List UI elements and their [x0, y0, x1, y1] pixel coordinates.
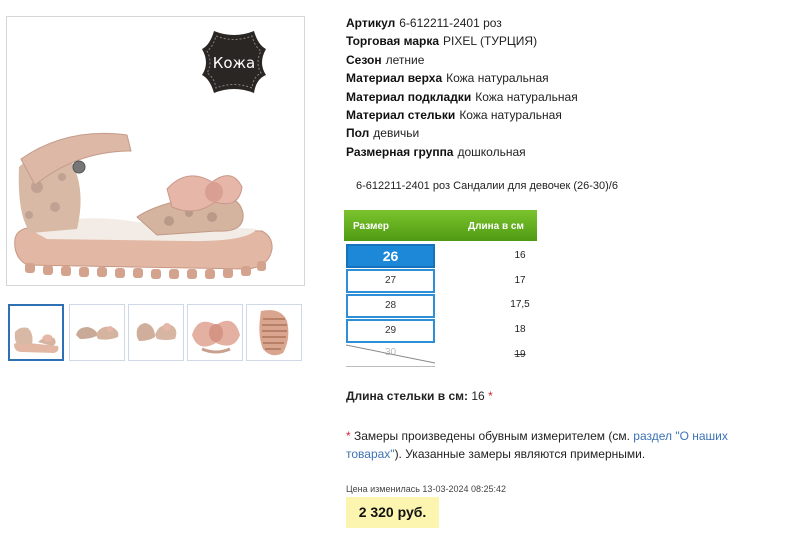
spec-key: Торговая марка — [346, 34, 440, 49]
footnote-star: * — [488, 389, 493, 403]
spec-value: девичьи — [373, 126, 420, 141]
length-value: 18 — [514, 324, 526, 335]
thumbnail-4[interactable] — [187, 304, 243, 361]
spec-key: Материал подкладки — [346, 89, 472, 104]
insole-length: Длина стельки в см: 16 * — [346, 389, 493, 403]
spec-value: дошкольная — [457, 144, 526, 159]
spec-key: Пол — [346, 126, 370, 141]
size-column-header: Размер — [353, 221, 390, 232]
spec-season: Сезон летние — [346, 51, 786, 69]
note-text: ). Указанные замеры являются примерными. — [394, 447, 646, 461]
spec-upper-material: Материал верха Кожа натуральная — [346, 69, 786, 87]
spec-brand: Торговая марка PIXEL (ТУРЦИЯ) — [346, 32, 786, 50]
price-changed-date: Цена изменилась 13-03-2024 08:25:42 — [346, 484, 507, 494]
spec-value: Кожа натуральная — [446, 71, 549, 86]
spec-value: 6-612211-2401 роз — [399, 16, 502, 30]
spec-key: Размерная группа — [346, 144, 454, 159]
spec-key: Артикул — [346, 16, 396, 30]
sandal-sole-thumb — [259, 310, 289, 356]
thumbnail-2[interactable] — [69, 304, 125, 361]
price: 2 320 руб. — [346, 497, 439, 528]
sandal-bow-thumb — [192, 320, 240, 354]
spec-value: PIXEL (ТУРЦИЯ) — [443, 34, 538, 49]
spec-key: Материал верха — [346, 71, 443, 86]
spec-insole-material: Материал стельки Кожа натуральная — [346, 106, 786, 124]
length-value: 16 — [514, 250, 526, 261]
thumbnail-1[interactable] — [8, 304, 64, 361]
length-value: 19 — [514, 349, 526, 360]
length-column-header: Длина в см — [468, 221, 524, 232]
spec-value: летние — [385, 52, 425, 67]
leather-badge: Кожа — [200, 27, 268, 97]
strike-line — [346, 344, 435, 364]
spec-key: Материал стельки — [346, 107, 456, 122]
thumbnail-5[interactable] — [246, 304, 302, 361]
length-value: 17 — [514, 275, 526, 286]
size-option-28[interactable]: 28 — [346, 294, 435, 318]
spec-value: Кожа натуральная — [459, 107, 562, 122]
product-specs: Артикул 6-612211-2401 роз Торговая марка P… — [346, 14, 786, 161]
thumbnail-strip — [8, 304, 306, 362]
insole-value: 16 — [471, 389, 485, 403]
measurement-note: * Замеры произведены обувным измерителем… — [346, 427, 766, 463]
size-option-29[interactable]: 29 — [346, 319, 435, 343]
size-option-26[interactable]: 26 — [346, 244, 435, 268]
size-table-header: Размер Длина в см — [344, 210, 537, 241]
size-option-30-unavailable: 30 — [346, 343, 435, 367]
spec-size-group: Размерная группа дошкольная — [346, 143, 786, 161]
sandal-pair-thumb — [76, 326, 119, 340]
spec-article: Артикул 6-612211-2401 роз — [346, 14, 786, 32]
leather-label: Кожа — [212, 54, 256, 72]
spec-key: Сезон — [346, 52, 382, 67]
sandal-back-thumb — [136, 323, 177, 341]
thumbnail-3[interactable] — [128, 304, 184, 361]
product-subtitle: 6-612211-2401 роз Сандалии для девочек (… — [356, 180, 618, 192]
spec-lining-material: Материал подкладки Кожа натуральная — [346, 88, 786, 106]
size-option-27[interactable]: 27 — [346, 269, 435, 293]
length-value: 17,5 — [510, 299, 530, 310]
note-text: Замеры произведены обувным измерителем (… — [350, 429, 634, 443]
insole-label: Длина стельки в см: — [346, 389, 469, 403]
spec-gender: Пол девичьи — [346, 124, 786, 142]
product-main-image[interactable]: Кожа — [6, 16, 305, 286]
sandal-side-thumb — [14, 327, 59, 353]
spec-value: Кожа натуральная — [475, 89, 578, 104]
